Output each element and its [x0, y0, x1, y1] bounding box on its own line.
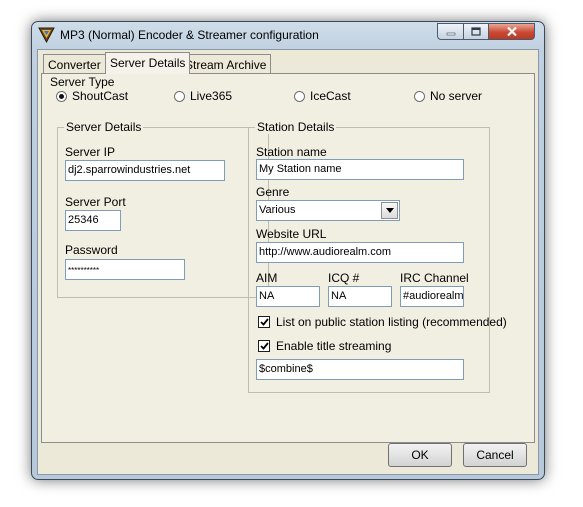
server-ip-field[interactable]: dj2.sparrowindustries.net — [65, 160, 225, 181]
radio-live365[interactable]: Live365 — [174, 89, 232, 103]
ok-button[interactable]: OK — [388, 443, 452, 467]
radio-no-server[interactable]: No server — [414, 89, 482, 103]
cancel-button-label: Cancel — [476, 448, 514, 462]
radio-icecast[interactable]: IceCast — [294, 89, 351, 103]
genre-select[interactable]: Various — [256, 200, 400, 221]
website-url-label: Website URL — [256, 227, 327, 241]
radio-shoutcast[interactable]: ShoutCast — [56, 89, 128, 103]
radio-label: ShoutCast — [72, 89, 129, 103]
tab-label: Server Details — [110, 56, 186, 70]
checkmark-icon — [259, 342, 269, 350]
app-icon — [38, 27, 55, 43]
maximize-icon — [471, 27, 481, 36]
checkbox-label: List on public station listing (recommen… — [276, 315, 507, 329]
server-port-label: Server Port — [65, 195, 126, 209]
config-window: MP3 (Normal) Encoder & Streamer configur… — [31, 21, 545, 480]
aim-field[interactable]: NA — [256, 286, 320, 307]
chevron-down-icon — [385, 208, 394, 213]
genre-value: Various — [259, 204, 296, 216]
radio-indicator — [294, 90, 305, 102]
title-format-field[interactable]: $combine$ — [256, 359, 464, 380]
ok-button-label: OK — [411, 448, 429, 462]
radio-label: Live365 — [190, 89, 233, 103]
title-streaming-checkbox[interactable]: Enable title streaming — [258, 339, 391, 353]
station-details-group: Station Details Station name My Station … — [248, 120, 507, 393]
minimize-button[interactable] — [437, 23, 464, 40]
icq-label: ICQ # — [328, 271, 360, 285]
station-details-label: Station Details — [255, 120, 337, 134]
irc-channel-field[interactable]: #audiorealm — [400, 286, 464, 307]
server-details-panel: Server Type ShoutCast Live365 IceCast No… — [41, 73, 535, 443]
server-details-group: Server Details Server IP dj2.sparrowindu… — [57, 120, 269, 298]
tab-stream-archive[interactable]: Stream Archive — [180, 54, 272, 73]
checkbox-indicator — [258, 340, 270, 352]
list-public-checkbox[interactable]: List on public station listing (recommen… — [258, 315, 507, 329]
station-name-field[interactable]: My Station name — [256, 159, 464, 180]
window-title: MP3 (Normal) Encoder & Streamer configur… — [60, 28, 319, 42]
password-label: Password — [65, 243, 118, 257]
close-icon — [506, 26, 517, 37]
password-field[interactable]: ********** — [65, 259, 185, 280]
irc-channel-label: IRC Channel — [400, 271, 469, 285]
dropdown-button[interactable] — [381, 202, 398, 219]
cancel-button[interactable]: Cancel — [463, 443, 527, 467]
station-name-label: Station name — [256, 145, 327, 159]
checkbox-indicator — [258, 316, 270, 328]
radio-indicator — [56, 90, 67, 102]
server-port-field[interactable]: 25346 — [65, 210, 121, 231]
server-details-label: Server Details — [64, 120, 144, 134]
tab-server-details[interactable]: Server Details — [105, 52, 191, 74]
server-type-label: Server Type — [50, 75, 115, 89]
genre-label: Genre — [256, 185, 290, 199]
radio-label: No server — [430, 89, 483, 103]
aim-label: AIM — [256, 271, 278, 285]
checkmark-icon — [259, 318, 269, 326]
checkbox-label: Enable title streaming — [276, 339, 392, 353]
maximize-button[interactable] — [463, 23, 489, 40]
server-ip-label: Server IP — [65, 145, 116, 159]
tab-converter[interactable]: Converter — [43, 54, 106, 73]
tab-label: Converter — [48, 58, 101, 72]
title-bar[interactable]: MP3 (Normal) Encoder & Streamer configur… — [32, 22, 544, 48]
icq-field[interactable]: NA — [328, 286, 392, 307]
minimize-icon — [446, 32, 455, 35]
radio-label: IceCast — [310, 89, 351, 103]
dialog-client-area: Converter Server Details Stream Archive … — [37, 49, 539, 475]
close-button[interactable] — [488, 23, 535, 40]
tab-label: Stream Archive — [185, 58, 267, 72]
radio-indicator — [174, 90, 185, 102]
website-url-field[interactable]: http://www.audiorealm.com — [256, 242, 464, 263]
radio-indicator — [414, 90, 425, 102]
